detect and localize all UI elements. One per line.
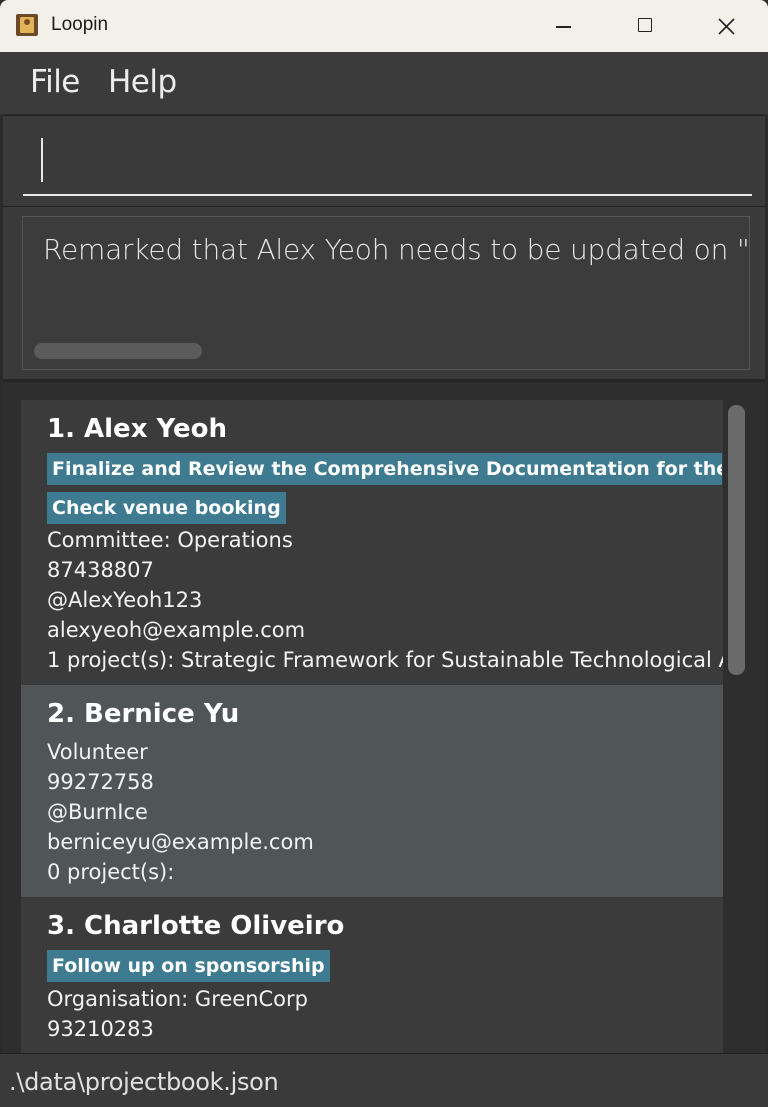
result-message: Remarked that Alex Yeoh needs to be upda… <box>43 233 750 266</box>
person-email: alexyeoh@example.com <box>47 618 306 642</box>
person-card[interactable]: 1. Alex Yeoh Finalize and Review the Com… <box>21 400 723 685</box>
save-file-path: .\data\projectbook.json <box>9 1068 279 1096</box>
command-input[interactable] <box>23 132 752 196</box>
person-handle: @AlexYeoh123 <box>47 588 203 612</box>
minimize-button[interactable] <box>533 0 595 52</box>
window-title: Loopin <box>51 14 109 35</box>
person-email: berniceyu@example.com <box>47 830 314 854</box>
person-name: 3. Charlotte Oliveiro <box>47 911 345 941</box>
person-handle: @BurnIce <box>47 800 148 824</box>
title-bar: Loopin <box>0 0 768 52</box>
command-box <box>3 115 765 207</box>
maximize-icon <box>638 18 652 32</box>
app-icon <box>16 14 38 36</box>
close-button[interactable] <box>696 0 758 52</box>
person-card[interactable]: 2. Bernice Yu Volunteer 99272758 @BurnIc… <box>21 685 723 897</box>
person-phone: 99272758 <box>47 770 154 794</box>
person-role: Volunteer <box>47 740 148 764</box>
person-projects: 0 project(s): <box>47 860 175 884</box>
person-role: Committee: Operations <box>47 528 293 552</box>
person-tag: Check venue booking <box>47 492 286 524</box>
person-tag: Finalize and Review the Comprehensive Do… <box>47 453 722 485</box>
result-display[interactable]: Remarked that Alex Yeoh needs to be upda… <box>22 216 750 370</box>
person-phone: 87438807 <box>47 558 154 582</box>
maximize-button[interactable] <box>614 0 676 52</box>
person-phone: 93210283 <box>47 1017 154 1041</box>
horizontal-scrollbar[interactable] <box>34 343 202 359</box>
minimize-icon <box>556 26 571 28</box>
menu-file[interactable]: File <box>30 64 80 100</box>
person-list[interactable]: 1. Alex Yeoh Finalize and Review the Com… <box>21 400 723 1053</box>
result-display-panel: Remarked that Alex Yeoh needs to be upda… <box>3 207 765 382</box>
menu-help[interactable]: Help <box>108 64 177 100</box>
person-projects: 1 project(s): Strategic Framework for Su… <box>47 648 723 672</box>
person-card[interactable]: 3. Charlotte Oliveiro Follow up on spons… <box>21 897 723 1053</box>
vertical-scrollbar[interactable] <box>728 405 745 675</box>
close-icon <box>718 18 735 35</box>
person-role: Organisation: GreenCorp <box>47 987 308 1011</box>
menu-bar: File Help <box>0 52 768 114</box>
status-bar: .\data\projectbook.json <box>0 1053 768 1107</box>
person-name: 1. Alex Yeoh <box>47 414 227 444</box>
person-list-panel: 1. Alex Yeoh Finalize and Review the Com… <box>3 383 765 1053</box>
person-tag: Follow up on sponsorship <box>47 950 330 982</box>
text-caret <box>41 138 43 182</box>
person-name: 2. Bernice Yu <box>47 699 240 729</box>
